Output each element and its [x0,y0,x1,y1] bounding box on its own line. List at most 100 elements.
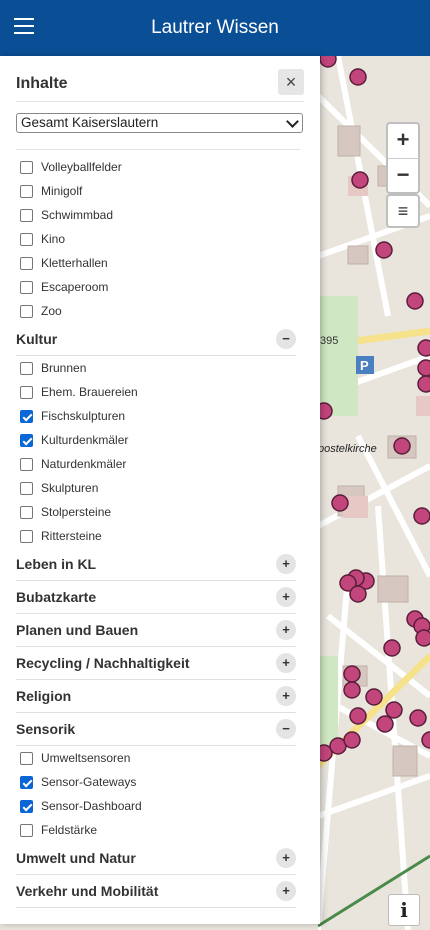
collapse-icon[interactable]: − [276,719,296,739]
layer-item-kulturdenkmaler[interactable]: Kulturdenkmäler [16,428,296,452]
zoom-in-button[interactable]: + [388,124,418,158]
category-label: Umwelt und Natur [16,850,136,866]
zoom-control: + − [386,122,420,194]
layer-item-stolpersteine[interactable]: Stolpersteine [16,500,296,524]
layer-label: Umweltsensoren [41,751,131,765]
layer-item-schwimmbad[interactable]: Schwimmbad [16,203,296,227]
category-label: Religion [16,688,72,704]
layer-label: Kulturdenkmäler [41,433,129,447]
layer-item-kletterhallen[interactable]: Kletterhallen [16,251,296,275]
expand-icon[interactable]: + [276,881,296,901]
layer-checkbox[interactable] [20,823,33,837]
category-label: Planen und Bauen [16,622,139,638]
layer-item-fischskulpturen[interactable]: Fischskulpturen [16,404,296,428]
category-religion[interactable]: Religion + [16,680,296,713]
layer-checkbox[interactable] [20,457,33,471]
layer-label: Sensor-Gateways [41,775,137,789]
layer-label: Schwimmbad [41,208,114,222]
content-panel: Inhalte × Gesamt Kaiserslautern Volleyba… [0,56,320,924]
layer-item-umweltsensoren[interactable]: Umweltsensoren [16,746,296,770]
panel-title: Inhalte [16,75,68,92]
church-label: postelkirche [318,443,377,455]
layer-item-sensor-dashboard[interactable]: Sensor-Dashboard [16,794,296,818]
layer-checkbox[interactable] [20,208,33,222]
layer-label: Stolpersteine [41,505,112,519]
category-bubatzkarte[interactable]: Bubatzkarte + [16,581,296,614]
layer-item-escaperoom[interactable]: Escaperoom [16,275,296,299]
layer-checkbox[interactable] [20,433,33,447]
layer-label: Brunnen [41,361,87,375]
layer-checkbox[interactable] [20,160,33,174]
layer-label: Volleyballfelder [41,160,122,174]
app-title: Lautrer Wissen [151,17,279,38]
layer-checkbox[interactable] [20,184,33,198]
zoom-out-button[interactable]: − [388,158,418,192]
layer-label: Escaperoom [41,280,109,294]
layer-label: Fischskulpturen [41,409,126,423]
close-icon[interactable]: × [278,69,304,95]
panel-header: Inhalte × [16,69,304,102]
category-label: Kultur [16,331,58,347]
layer-label: Naturdenkmäler [41,457,127,471]
layers-icon[interactable]: ≡ [386,194,420,228]
layer-label: Rittersteine [41,529,102,543]
map-view[interactable]: 395 P postelkirche + − ≡ i [318,56,430,930]
layer-checkbox[interactable] [20,256,33,270]
category-leben-in-kl[interactable]: Leben in KL + [16,548,296,581]
expand-icon[interactable]: + [276,848,296,868]
region-select[interactable]: Gesamt Kaiserslautern [16,113,303,133]
category-kultur[interactable]: Kultur − [16,323,296,356]
collapse-icon[interactable]: − [276,329,296,349]
layer-item-sensor-gateways[interactable]: Sensor-Gateways [16,770,296,794]
category-label: Leben in KL [16,556,97,572]
layer-label: Kletterhallen [41,256,108,270]
layer-list: Volleyballfelder Minigolf Schwimmbad Kino Kl… [16,155,296,908]
layer-item-minigolf[interactable]: Minigolf [16,179,296,203]
expand-icon[interactable]: + [276,620,296,640]
layer-checkbox[interactable] [20,385,33,399]
layer-checkbox[interactable] [20,481,33,495]
category-verkehr-und-mobilitat[interactable]: Verkehr und Mobilität + [16,875,296,908]
expand-icon[interactable]: + [276,653,296,673]
layer-label: Feldstärke [41,823,98,837]
layer-label: Kino [41,232,66,246]
layer-label: Skulpturen [41,481,99,495]
parking-label: P [360,358,369,373]
layer-item-rittersteine[interactable]: Rittersteine [16,524,296,548]
layer-checkbox[interactable] [20,775,33,789]
expand-icon[interactable]: + [276,587,296,607]
layer-item-brunnen[interactable]: Brunnen [16,356,296,380]
layer-item-ehem-brauereien[interactable]: Ehem. Brauereien [16,380,296,404]
layer-checkbox[interactable] [20,409,33,423]
expand-icon[interactable]: + [276,554,296,574]
layer-item-volleyballfelder[interactable]: Volleyballfelder [16,155,296,179]
road-number-label: 395 [320,335,338,347]
layer-checkbox[interactable] [20,529,33,543]
layer-item-naturdenkmaler[interactable]: Naturdenkmäler [16,452,296,476]
expand-icon[interactable]: + [276,686,296,706]
layer-label: Zoo [41,304,62,318]
layer-checkbox[interactable] [20,304,33,318]
layer-label: Ehem. Brauereien [41,385,138,399]
layer-item-kino[interactable]: Kino [16,227,296,251]
category-label: Sensorik [16,721,76,737]
category-umwelt-und-natur[interactable]: Umwelt und Natur + [16,842,296,875]
layer-checkbox[interactable] [20,361,33,375]
category-label: Recycling / Nachhaltigkeit [16,655,190,671]
layer-item-feldstarke[interactable]: Feldstärke [16,818,296,842]
layer-checkbox[interactable] [20,505,33,519]
layer-checkbox[interactable] [20,799,33,813]
layer-label: Minigolf [41,184,83,198]
category-planen-und-bauen[interactable]: Planen und Bauen + [16,614,296,647]
category-label: Bubatzkarte [16,589,97,605]
layer-checkbox[interactable] [20,232,33,246]
app-header: Lautrer Wissen [0,0,430,56]
layer-checkbox[interactable] [20,280,33,294]
layer-item-skulpturen[interactable]: Skulpturen [16,476,296,500]
category-recycling-nachhaltigkeit[interactable]: Recycling / Nachhaltigkeit + [16,647,296,680]
category-sensorik[interactable]: Sensorik − [16,713,296,746]
info-button[interactable]: i [388,894,420,926]
divider [16,149,300,150]
layer-checkbox[interactable] [20,751,33,765]
layer-item-zoo[interactable]: Zoo [16,299,296,323]
